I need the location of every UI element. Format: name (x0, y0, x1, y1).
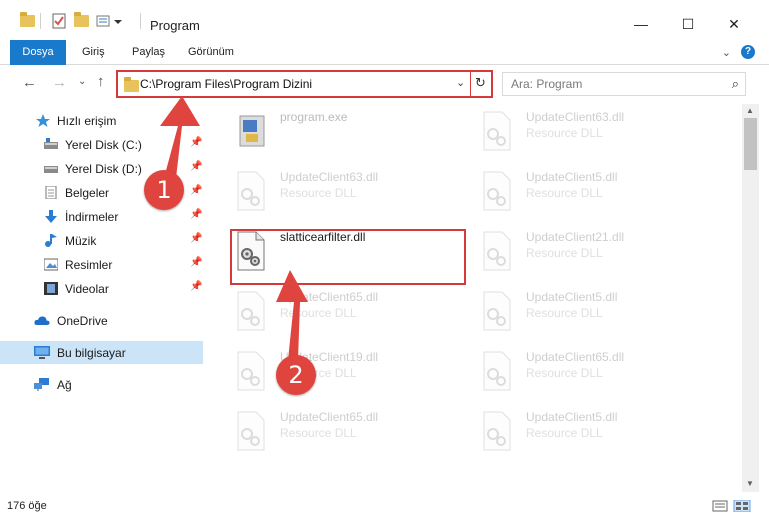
arrow-to-dll-file (276, 270, 308, 360)
annotation-arrows (160, 96, 308, 360)
arrow-to-address-bar (160, 96, 200, 178)
step-1-badge: 1 (144, 170, 184, 210)
step-2-badge: 2 (276, 355, 316, 395)
